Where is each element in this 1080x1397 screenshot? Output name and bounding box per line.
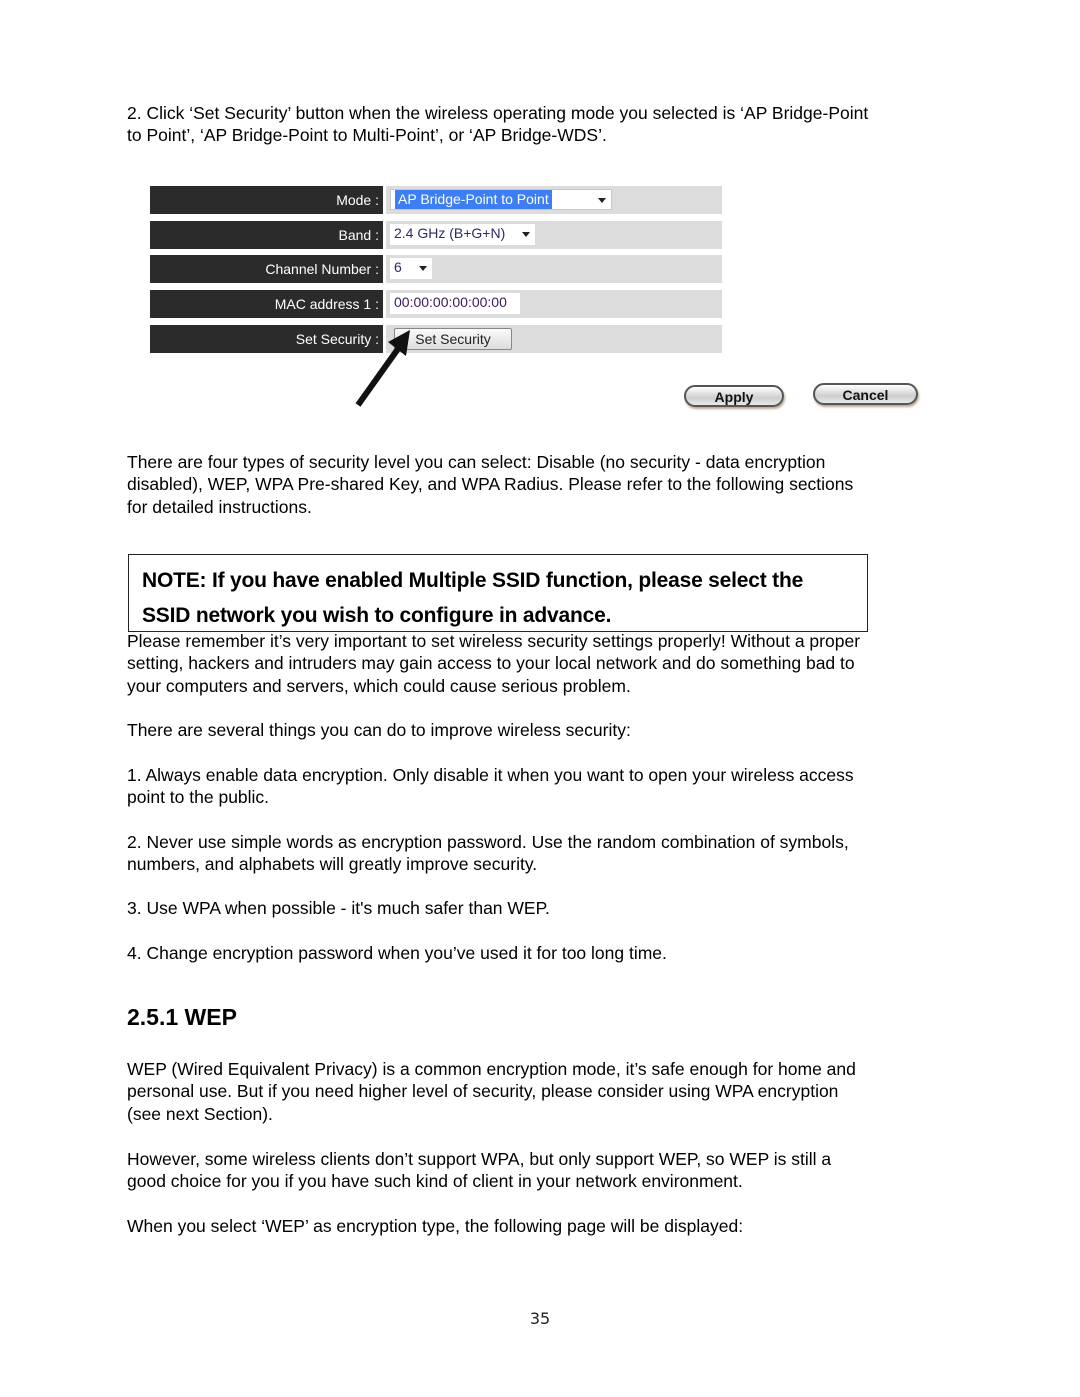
field-value-area: AP Bridge-Point to Point — [386, 186, 722, 214]
security-types-paragraph: There are four types of security level y… — [127, 451, 957, 518]
text-line: 1. Always enable data encryption. Only d… — [127, 765, 854, 785]
text-line: There are four types of security level y… — [127, 452, 826, 472]
input-value: 00:00:00:00:00:00 — [394, 294, 507, 310]
text-line: personal use. But if you need higher lev… — [127, 1081, 839, 1102]
wep-paragraph: However, some wireless clients don’t sup… — [127, 1148, 957, 1193]
tip-item: 1. Always enable data encryption. Only d… — [127, 764, 957, 809]
tips-intro: There are several things you can do to i… — [127, 720, 631, 740]
mode-select[interactable]: AP Bridge-Point to Point — [390, 189, 612, 210]
tip-item: 3. Use WPA when possible - it's much saf… — [127, 897, 957, 919]
apply-button[interactable]: Apply — [684, 385, 784, 407]
mac-address-input[interactable]: 00:00:00:00:00:00 — [390, 293, 520, 314]
text-line: setting, hackers and intruders may gain … — [127, 653, 855, 674]
form-row-security: Set Security : Set Security — [150, 325, 722, 353]
form-row-mode: Mode : AP Bridge-Point to Point — [150, 186, 722, 214]
remember-paragraph: Please remember it’s very important to s… — [127, 630, 957, 697]
tip-item: 4. Change encryption password when you’v… — [127, 942, 957, 964]
text-line: 3. Use WPA when possible - it's much saf… — [127, 898, 550, 918]
form-row-mac: MAC address 1 : 00:00:00:00:00:00 — [150, 290, 722, 318]
text-line: point to the public. — [127, 787, 270, 808]
text-line: for detailed instructions. — [127, 496, 312, 517]
note-line: NOTE: If you have enabled Multiple SSID … — [142, 569, 804, 592]
section-heading: 2.5.1 WEP — [127, 1004, 237, 1030]
text-line: numbers, and alphabets will greatly impr… — [127, 854, 538, 875]
text-line: Please remember it’s very important to s… — [127, 631, 861, 651]
text-line: When you select ‘WEP’ as encryption type… — [127, 1216, 744, 1236]
form-row-band: Band : 2.4 GHz (B+G+N) — [150, 221, 722, 249]
arrow-pointer-icon — [355, 330, 410, 407]
band-select[interactable]: 2.4 GHz (B+G+N) — [390, 224, 535, 245]
tip-item: 2. Never use simple words as encryption … — [127, 831, 957, 876]
select-value: 2.4 GHz (B+G+N) — [394, 225, 506, 241]
field-label: Mode : — [150, 186, 383, 214]
text-line: your computers and servers, which could … — [127, 675, 631, 696]
field-label: Channel Number : — [150, 255, 383, 283]
chevron-down-icon — [598, 198, 606, 203]
field-label: MAC address 1 : — [150, 290, 383, 318]
text-line: good choice for you if you have such kin… — [127, 1171, 743, 1192]
text-line: 2. Click ‘Set Security’ button when the … — [127, 103, 869, 123]
channel-select[interactable]: 6 — [390, 258, 432, 279]
field-value-area: 2.4 GHz (B+G+N) — [386, 221, 722, 249]
wep-paragraph: When you select ‘WEP’ as encryption type… — [127, 1215, 957, 1237]
text-line: (see next Section). — [127, 1103, 273, 1124]
field-label: Band : — [150, 221, 383, 249]
text-line: disabled), WEP, WPA Pre-shared Key, and … — [127, 474, 854, 495]
form-row-channel: Channel Number : 6 — [150, 255, 722, 283]
wep-paragraph: WEP (Wired Equivalent Privacy) is a comm… — [127, 1058, 957, 1125]
chevron-down-icon — [419, 266, 427, 271]
note-line: SSID network you wish to configure in ad… — [142, 604, 612, 627]
note-box: NOTE: If you have enabled Multiple SSID … — [128, 554, 868, 632]
select-value: 6 — [394, 259, 402, 275]
chevron-down-icon — [522, 232, 530, 237]
field-label: Set Security : — [150, 325, 383, 353]
cancel-button[interactable]: Cancel — [813, 383, 918, 405]
intro-paragraph: 2. Click ‘Set Security’ button when the … — [127, 102, 957, 147]
page-number: 35 — [529, 1309, 551, 1328]
field-value-area: 6 — [386, 255, 722, 283]
field-value-area: Set Security — [386, 325, 722, 353]
text-line: 2. Never use simple words as encryption … — [127, 832, 849, 852]
text-line: to Point’, ‘AP Bridge-Point to Multi-Poi… — [127, 125, 607, 146]
text-line: 4. Change encryption password when you’v… — [127, 943, 667, 963]
field-value-area: 00:00:00:00:00:00 — [386, 290, 722, 318]
text-line: However, some wireless clients don’t sup… — [127, 1149, 832, 1169]
select-value: AP Bridge-Point to Point — [395, 190, 552, 209]
text-line: WEP (Wired Equivalent Privacy) is a comm… — [127, 1059, 856, 1079]
